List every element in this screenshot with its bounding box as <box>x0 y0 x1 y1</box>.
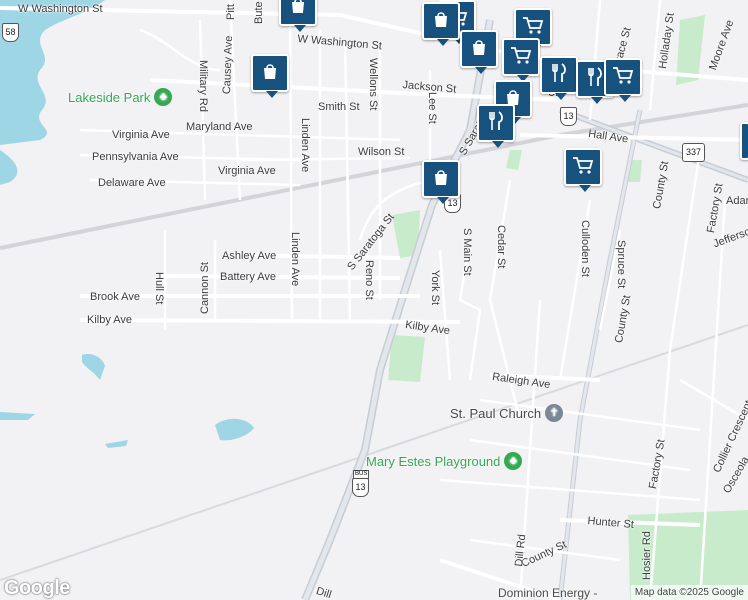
street-label-cedar-st: Cedar St <box>495 225 507 269</box>
street-label-causey-ave: Causey Ave <box>221 35 236 95</box>
shopping-bag-icon <box>469 37 489 62</box>
pond-water <box>215 418 254 441</box>
street-label-virginia-ave-west: Virginia Ave <box>112 129 170 141</box>
street-label-delaware-ave: Delaware Ave <box>98 177 166 189</box>
street-label-adams: Adar <box>726 195 748 207</box>
route-58-shield: 58 <box>2 23 19 42</box>
street-label-military-rd: Military Rd <box>197 60 209 112</box>
restaurant-icon <box>586 66 604 92</box>
shopping-cart-icon <box>510 45 532 70</box>
street-label-smith-st: Smith St <box>318 101 360 113</box>
google-logo[interactable]: Google <box>4 577 70 600</box>
shopping-bag-icon <box>431 9 451 34</box>
street-label-brook-ave: Brook Ave <box>90 291 140 303</box>
street-label-wilson-st: Wilson St <box>358 146 405 158</box>
street-label-virginia-ave-east: Virginia Ave <box>218 165 276 177</box>
creek-water <box>0 412 35 420</box>
marker-shopping-cart[interactable] <box>564 148 602 192</box>
lake-water-cove <box>0 150 18 185</box>
marker-shopping-bag[interactable] <box>422 2 460 46</box>
marker-shopping-bag[interactable] <box>279 0 317 32</box>
street-label-linden-ave-north: Linden Ave <box>299 118 311 173</box>
street-label-ashley-ave: Ashley Ave <box>222 250 277 262</box>
poi-lakeside-park[interactable]: Lakeside Park ♣ <box>68 88 173 106</box>
restaurant-icon <box>550 62 568 88</box>
street-label-battery-ave: Battery Ave <box>220 271 277 283</box>
street-label-w-washington-st-west: W Washington St <box>18 3 103 15</box>
marker-shopping-bag[interactable] <box>422 160 460 204</box>
street-label-cannon-st: Cannon St <box>199 262 211 314</box>
marker-shopping-bag[interactable] <box>251 54 289 98</box>
lake-water <box>0 0 105 145</box>
street-label-spruce-st: Spruce St <box>615 240 627 289</box>
shopping-bag-icon <box>260 61 280 86</box>
street-label-hull-st: Hull St <box>153 272 165 305</box>
shopping-bag-icon <box>288 0 308 20</box>
map-attribution[interactable]: Map data ©2025 Google <box>630 585 748 600</box>
shopping-cart-icon <box>572 155 594 180</box>
marker-shopping-cart[interactable] <box>502 38 540 82</box>
creek-water-2 <box>105 440 128 448</box>
shopping-cart-icon <box>522 15 544 40</box>
street-label-culloden-st: Culloden St <box>579 220 591 277</box>
street-label-wellons-st: Wellons St <box>367 58 379 111</box>
pond-water-small <box>82 354 105 380</box>
street-label-linden-ave-south: Linden Ave <box>289 232 301 287</box>
marker-restaurant[interactable] <box>477 104 515 148</box>
route-13-south-shield: 13 <box>352 478 369 497</box>
street-label-s-main-st: S Main St <box>461 228 473 276</box>
marker-restaurant[interactable] <box>540 56 578 100</box>
poi-dominion-energy[interactable]: Dominion Energy - <box>498 587 597 599</box>
street-label-york-st: York St <box>429 270 441 306</box>
route-13-north-shield: 13 <box>560 107 577 126</box>
street-label-lee-st: Lee St <box>426 92 438 124</box>
poi-mary-estes-playground[interactable]: Mary Estes Playground ♣ <box>366 452 523 470</box>
map-canvas[interactable]: W Washington St W Washington St Jackson … <box>0 0 748 600</box>
tree-icon: ♣ <box>504 452 523 470</box>
street-label-kilby-ave-west: Kilby Ave <box>87 314 133 326</box>
park-area <box>388 335 425 382</box>
shopping-cart-icon <box>612 65 634 90</box>
poi-st-paul-church[interactable]: St. Paul Church ✝ <box>450 404 564 422</box>
restaurant-icon <box>487 110 505 136</box>
marker-shopping-bag[interactable] <box>460 30 498 74</box>
street-label-maryland-ave: Maryland Ave <box>186 121 253 133</box>
street-label-pennsylvania-ave: Pennsylvania Ave <box>92 151 179 163</box>
park-area <box>506 150 522 170</box>
street-label-reno-st: Reno St <box>363 260 375 300</box>
marker-shopping-bag[interactable] <box>740 122 748 160</box>
shopping-bag-icon <box>431 167 451 192</box>
route-337-shield: 337 <box>682 143 705 162</box>
tree-icon: ♣ <box>154 88 173 106</box>
cross-icon: ✝ <box>545 404 564 422</box>
street-label-pitt: Pitt <box>225 4 237 20</box>
street-label-butler: Bute <box>253 1 265 24</box>
marker-shopping-cart[interactable] <box>604 58 642 102</box>
street-label-hosier-rd: Hosier Rd <box>641 531 653 580</box>
